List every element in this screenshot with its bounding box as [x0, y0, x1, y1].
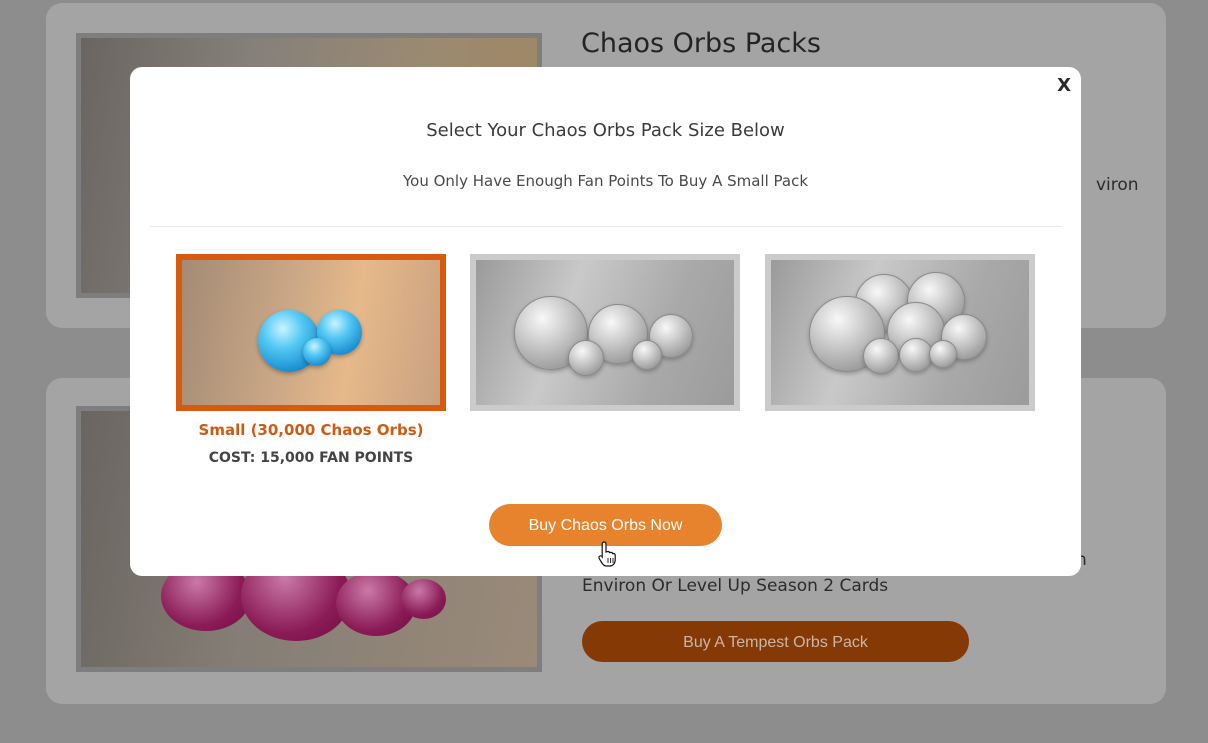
chaos-orbs-card-text: viron — [1096, 175, 1139, 195]
modal-title: Select Your Chaos Orbs Pack Size Below — [426, 120, 785, 141]
modal-subtitle: You Only Have Enough Fan Points To Buy A… — [402, 172, 809, 190]
blue-orb-icon — [303, 338, 331, 366]
silver-orb-icon — [899, 338, 933, 372]
selected-pack-cost: COST: 15,000 FAN POINTS — [208, 450, 414, 466]
divider — [150, 226, 1061, 227]
chaos-orbs-modal: X Select Your Chaos Orbs Pack Size Below… — [130, 67, 1081, 576]
pink-orb — [401, 579, 446, 619]
buy-tempest-orbs-button[interactable]: Buy A Tempest Orbs Pack — [582, 621, 969, 662]
pack-option-medium[interactable] — [470, 254, 740, 411]
buy-chaos-orbs-button[interactable]: Buy Chaos Orbs Now — [489, 504, 722, 546]
pack-option-large[interactable] — [765, 254, 1035, 411]
silver-orb-icon — [632, 340, 662, 370]
medium-pack-image — [476, 260, 734, 405]
silver-orb-icon — [863, 338, 899, 374]
silver-orb-icon — [929, 340, 957, 368]
silver-orb-icon — [568, 340, 604, 376]
selected-pack-label: Small (30,000 Chaos Orbs) — [198, 421, 424, 439]
small-pack-image — [182, 260, 440, 405]
hand-pointer-icon — [598, 541, 616, 567]
close-button[interactable]: X — [1057, 75, 1071, 96]
chaos-orbs-card-title: Chaos Orbs Packs — [581, 28, 821, 59]
large-pack-image — [771, 260, 1029, 405]
tempest-card-text: Environ Or Level Up Season 2 Cards — [582, 576, 889, 596]
pack-option-small[interactable] — [176, 254, 446, 411]
